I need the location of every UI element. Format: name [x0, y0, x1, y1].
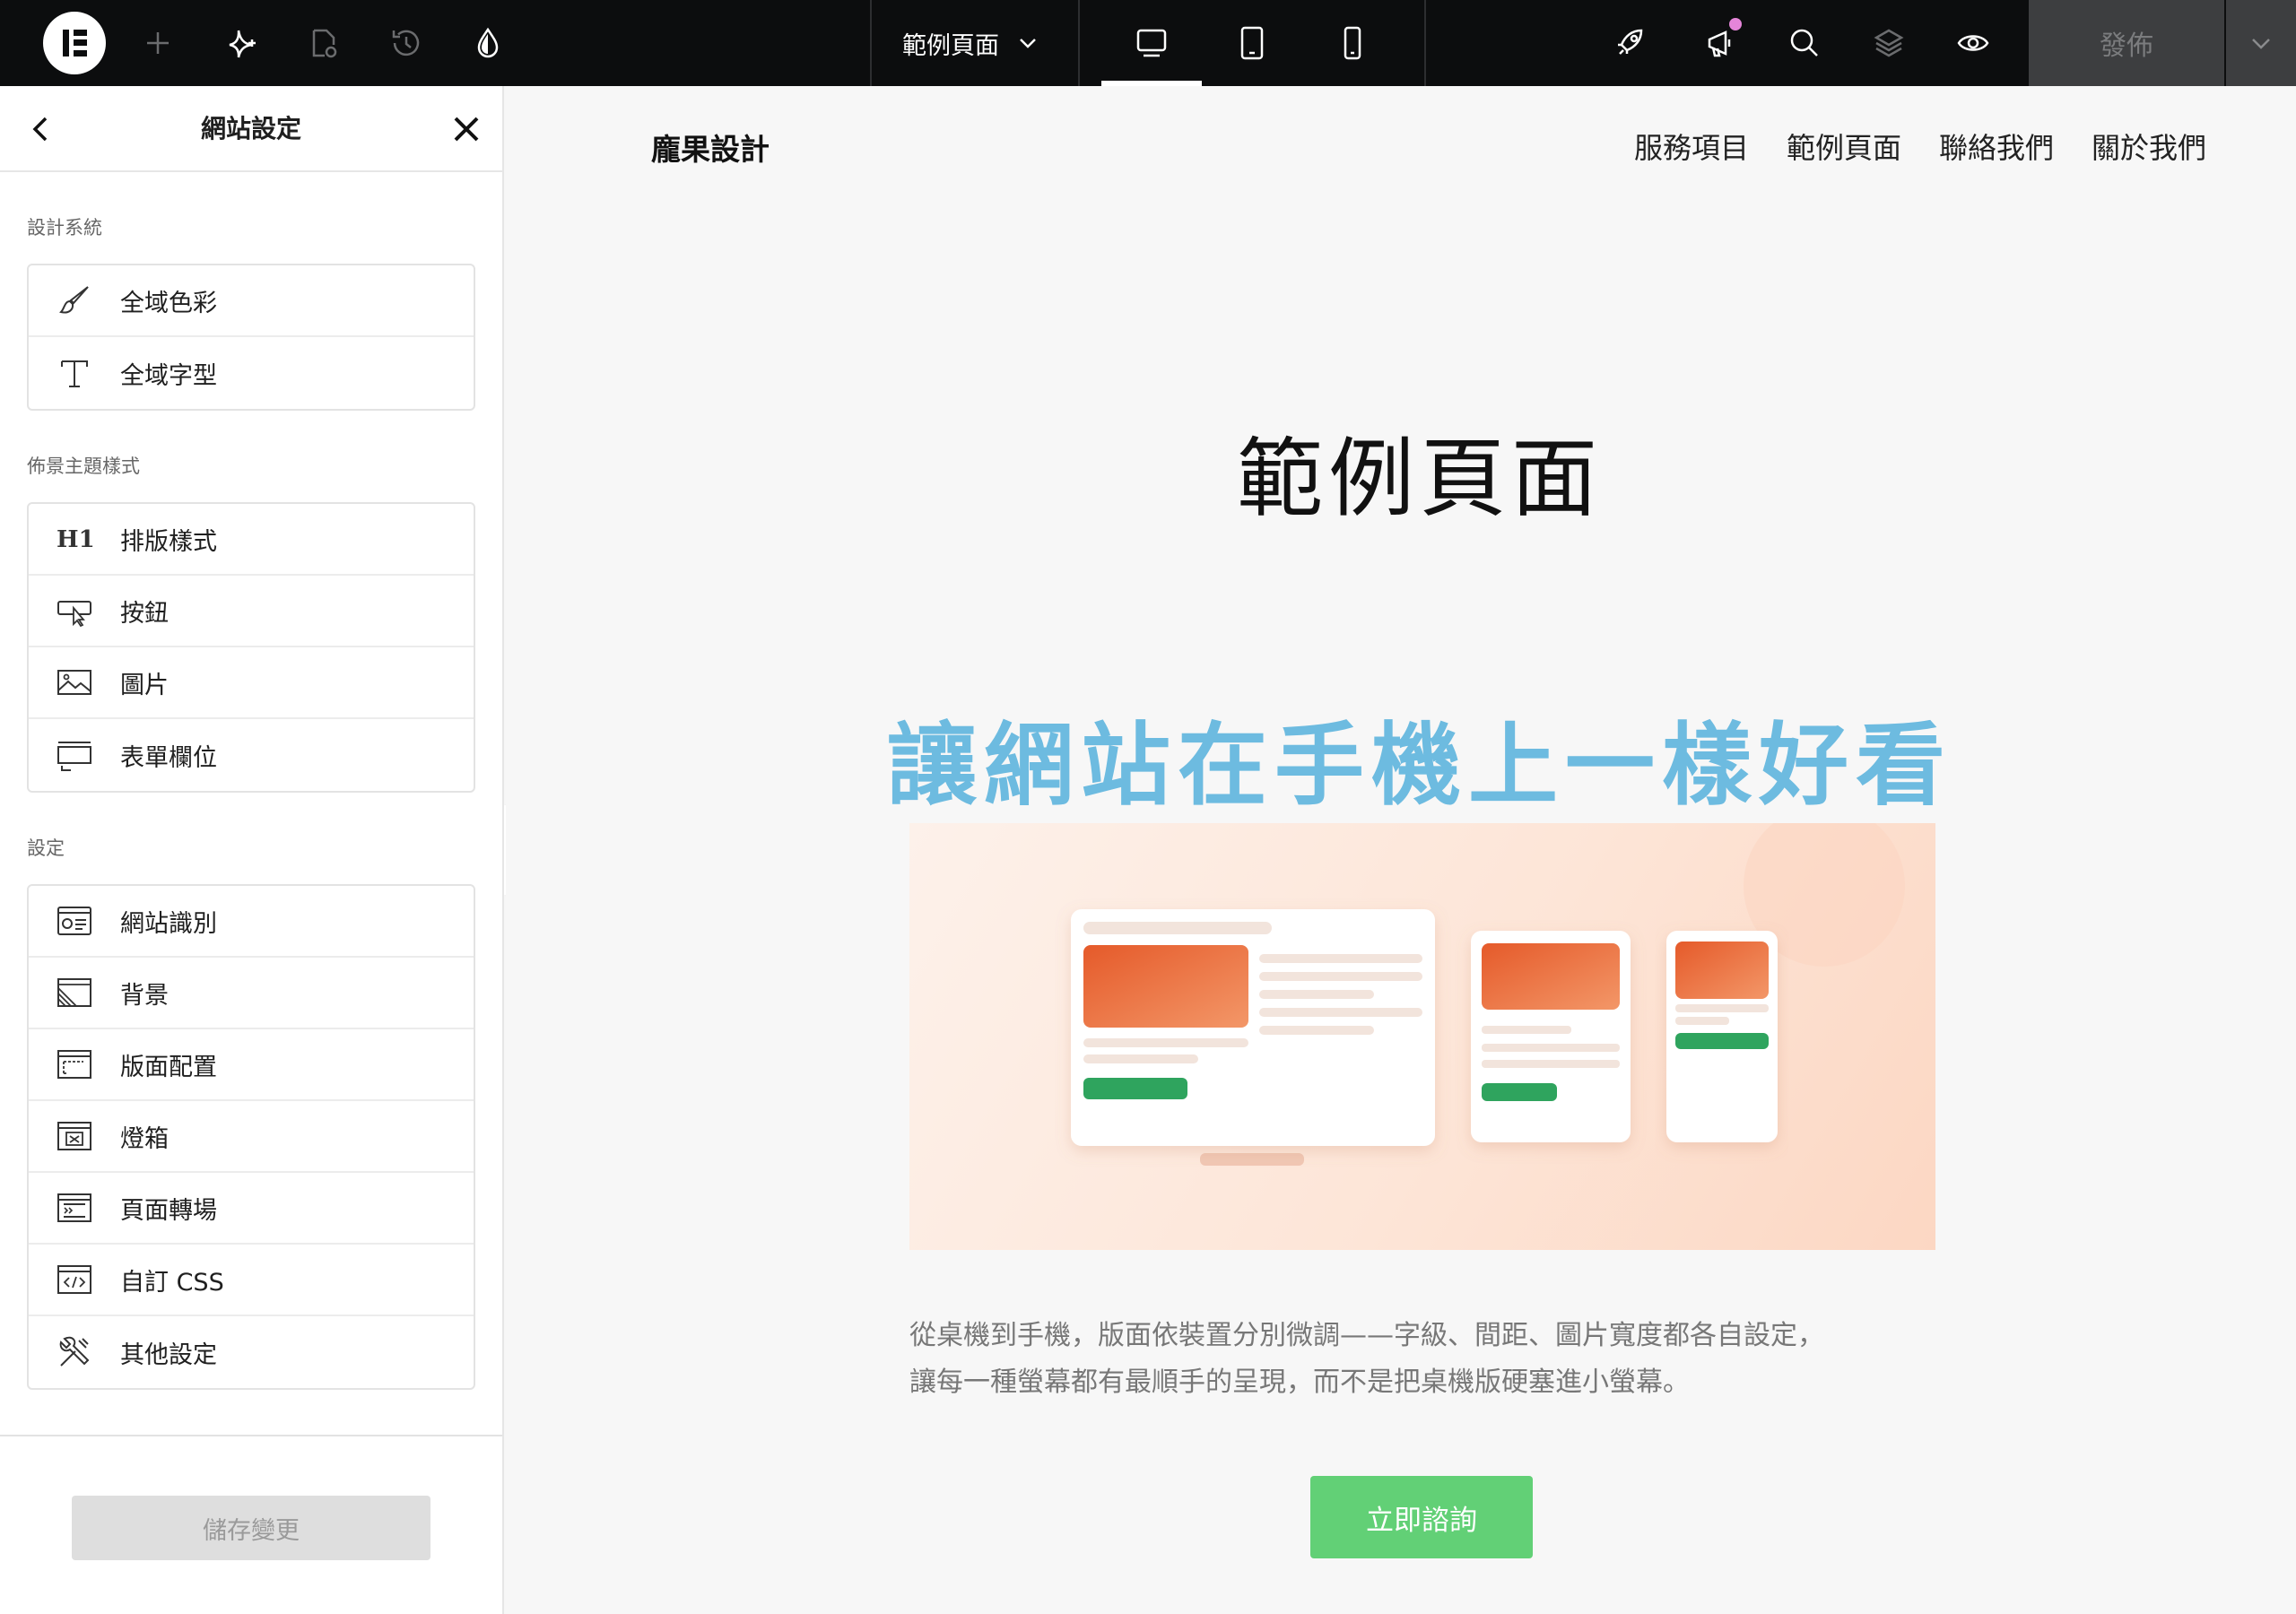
ai-sparkle-icon[interactable]: [221, 22, 264, 65]
section-label-theme-style: 佈景主題樣式: [27, 456, 140, 477]
notification-dot: [1729, 18, 1742, 30]
settings-item-label: 全域字型: [120, 361, 217, 390]
settings-item-label: 版面配置: [120, 1053, 217, 1081]
button-cursor-icon: [56, 592, 93, 629]
consult-now-button[interactable]: 立即諮詢: [1310, 1476, 1533, 1558]
heading-h1-icon: H1: [56, 520, 93, 558]
settings-item-images[interactable]: 圖片: [29, 647, 474, 719]
settings-item-page-transitions[interactable]: 頁面轉場: [29, 1173, 474, 1245]
plus-icon[interactable]: [136, 22, 179, 65]
settings-group: 網站識別 背景 版面配置 燈箱 頁面轉場 自訂 CSS 其他設定: [27, 884, 475, 1390]
nav-item[interactable]: 服務項目: [1634, 126, 1749, 167]
typography-icon: [56, 354, 93, 392]
page-title: 範例頁面: [1237, 429, 1603, 529]
hero-description-line: 讓每一種螢幕都有最順手的呈現，而不是把桌機版硬塞進小螢幕。: [909, 1367, 1690, 1398]
theme-style-icon[interactable]: [466, 22, 509, 65]
settings-item-background[interactable]: 背景: [29, 958, 474, 1029]
mobile-icon[interactable]: [1331, 22, 1374, 65]
lightbox-icon: [56, 1117, 93, 1155]
settings-item-buttons[interactable]: 按鈕: [29, 576, 474, 647]
hero-description-line: 從桌機到手機，版面依裝置分別微調——字級、間距、圖片寬度都各自設定，: [909, 1320, 1824, 1351]
settings-item-label: 燈箱: [120, 1124, 169, 1153]
theme-style-group: H1 排版樣式 按鈕 圖片 表單欄位: [27, 502, 475, 793]
editor-top-bar: 範例頁面 發佈: [0, 0, 2296, 86]
panel-header: 網站設定: [0, 86, 502, 172]
settings-item-global-fonts[interactable]: 全域字型: [29, 337, 474, 409]
nav-item[interactable]: 關於我們: [2092, 126, 2206, 167]
eye-icon[interactable]: [1952, 22, 1995, 65]
settings-item-site-identity[interactable]: 網站識別: [29, 886, 474, 958]
site-settings-panel: 網站設定 設計系統 全域色彩 全域字型 佈景主題樣式 H1 排版樣式 按鈕 圖片: [0, 86, 504, 1614]
rocket-icon[interactable]: [1609, 22, 1652, 65]
publish-options-button[interactable]: [2226, 0, 2296, 86]
page-selector-label: 範例頁面: [902, 31, 999, 60]
chevron-down-icon: [2252, 39, 2270, 49]
search-icon[interactable]: [1783, 22, 1826, 65]
page-transition-icon: [56, 1189, 93, 1227]
settings-item-label: 排版樣式: [120, 527, 217, 556]
form-field-icon: [56, 736, 93, 774]
section-label-settings: 設定: [27, 837, 65, 859]
settings-item-lightbox[interactable]: 燈箱: [29, 1101, 474, 1173]
nav-item[interactable]: 聯絡我們: [1939, 126, 2054, 167]
settings-item-label: 圖片: [120, 671, 169, 699]
settings-item-label: 頁面轉場: [120, 1196, 217, 1225]
panel-footer: 儲存變更: [0, 1435, 502, 1614]
settings-item-label: 其他設定: [120, 1341, 217, 1369]
svg-text:H1: H1: [57, 526, 93, 553]
nav-item[interactable]: 範例頁面: [1787, 126, 1901, 167]
settings-item-label: 按鈕: [120, 599, 169, 628]
image-icon: [56, 664, 93, 701]
settings-item-form-fields[interactable]: 表單欄位: [29, 719, 474, 791]
tools-icon: [56, 1333, 93, 1371]
close-icon[interactable]: [445, 108, 488, 151]
hero-heading: 讓網站在手機上一樣好看: [887, 713, 1952, 818]
hero-description: 從桌機到手機，版面依裝置分別微調——字級、間距、圖片寬度都各自設定， 讓每一種螢…: [909, 1313, 1950, 1406]
history-icon[interactable]: [384, 22, 427, 65]
settings-item-label: 自訂 CSS: [120, 1268, 224, 1297]
publish-button[interactable]: 發佈: [2029, 0, 2224, 86]
settings-item-custom-css[interactable]: 自訂 CSS: [29, 1245, 474, 1316]
site-identity-icon: [56, 902, 93, 940]
elementor-logo[interactable]: [43, 12, 106, 74]
tablet-icon[interactable]: [1231, 22, 1274, 65]
page-selector[interactable]: 範例頁面: [872, 0, 1078, 86]
settings-item-label: 網站識別: [120, 909, 217, 938]
responsive-devices-illustration: [909, 823, 1935, 1250]
settings-item-label: 背景: [120, 981, 169, 1010]
preview-canvas: 龐果設計 服務項目 範例頁面 聯絡我們 關於我們 範例頁面 讓網站在手機上一樣好…: [506, 86, 2296, 1614]
chevron-down-icon: [1020, 39, 1036, 48]
layout-icon: [56, 1046, 93, 1083]
layers-icon[interactable]: [1867, 22, 1910, 65]
site-brand[interactable]: 龐果設計: [651, 126, 770, 169]
panel-title: 網站設定: [200, 114, 301, 143]
site-nav: 服務項目 範例頁面 聯絡我們 關於我們: [1634, 126, 2206, 167]
settings-item-label: 表單欄位: [120, 743, 217, 772]
settings-item-label: 全域色彩: [120, 289, 217, 317]
settings-item-typography[interactable]: H1 排版樣式: [29, 504, 474, 576]
design-system-group: 全域色彩 全域字型: [27, 264, 475, 411]
page-settings-icon[interactable]: [301, 22, 344, 65]
desktop-icon[interactable]: [1130, 22, 1173, 65]
settings-item-global-colors[interactable]: 全域色彩: [29, 265, 474, 337]
background-icon: [56, 974, 93, 1011]
settings-item-layout[interactable]: 版面配置: [29, 1029, 474, 1101]
brush-icon: [56, 282, 93, 319]
save-changes-button[interactable]: 儲存變更: [72, 1496, 430, 1560]
section-label-design-system: 設計系統: [27, 217, 102, 239]
settings-item-additional[interactable]: 其他設定: [29, 1316, 474, 1388]
custom-css-icon: [56, 1261, 93, 1298]
